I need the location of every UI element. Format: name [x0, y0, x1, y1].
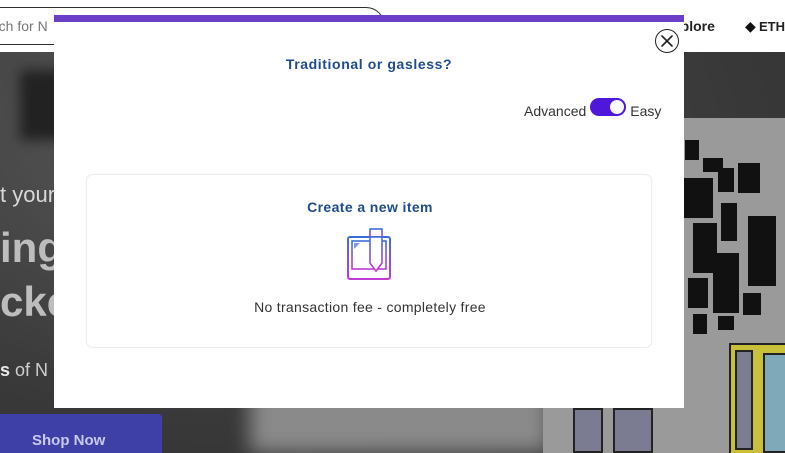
mode-easy-label[interactable]: Easy	[630, 103, 661, 119]
create-new-item-card[interactable]: Create a new item No transaction fee - c…	[86, 174, 652, 348]
card-title: Create a new item	[307, 199, 433, 215]
close-icon	[661, 35, 673, 47]
toggle-knob	[610, 100, 625, 114]
mode-toggle-row: Advanced Easy	[524, 98, 661, 124]
pencil-notepad-icon	[347, 228, 391, 280]
create-item-modal: Traditional or gasless? Advanced Easy Cr…	[54, 15, 684, 408]
card-description: No transaction fee - completely free	[254, 299, 486, 315]
mode-toggle-switch[interactable]	[590, 98, 627, 116]
mode-advanced-label[interactable]: Advanced	[524, 103, 586, 119]
modal-title: Traditional or gasless?	[285, 56, 453, 72]
close-button[interactable]	[655, 29, 679, 53]
